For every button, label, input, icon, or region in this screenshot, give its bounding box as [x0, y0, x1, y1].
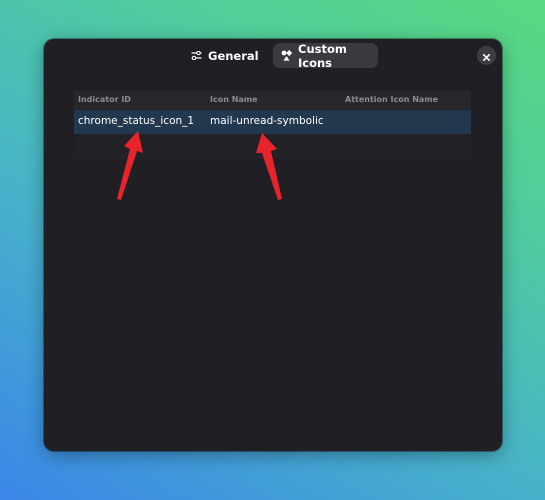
header-bar: General Custom Icons	[44, 39, 502, 73]
indicator-id-cell[interactable]: chrome_status_icon_1	[78, 115, 194, 127]
settings-sliders-icon	[191, 51, 202, 60]
custom-icons-table: Indicator ID Icon Name Attention Icon Na…	[74, 91, 471, 158]
shapes-icon	[281, 50, 292, 61]
close-button[interactable]	[477, 46, 496, 65]
column-header-attention-icon-name[interactable]: Attention Icon Name	[345, 95, 438, 104]
preferences-window: General Custom Icons Indicator ID Icon N…	[44, 39, 502, 451]
column-header-icon-name[interactable]: Icon Name	[210, 95, 258, 104]
tab-custom-icons-label: Custom Icons	[298, 41, 347, 70]
tab-general[interactable]: General	[183, 43, 259, 68]
empty-table-row[interactable]	[74, 134, 471, 158]
tab-general-label: General	[208, 48, 259, 63]
column-header-indicator-id[interactable]: Indicator ID	[78, 95, 131, 104]
icon-name-cell[interactable]: mail-unread-symbolic	[210, 115, 324, 127]
close-icon	[483, 46, 490, 65]
tab-custom-icons[interactable]: Custom Icons	[273, 41, 378, 70]
table-row[interactable]: chrome_status_icon_1 mail-unread-symboli…	[74, 110, 471, 134]
table-header: Indicator ID Icon Name Attention Icon Na…	[74, 91, 471, 109]
